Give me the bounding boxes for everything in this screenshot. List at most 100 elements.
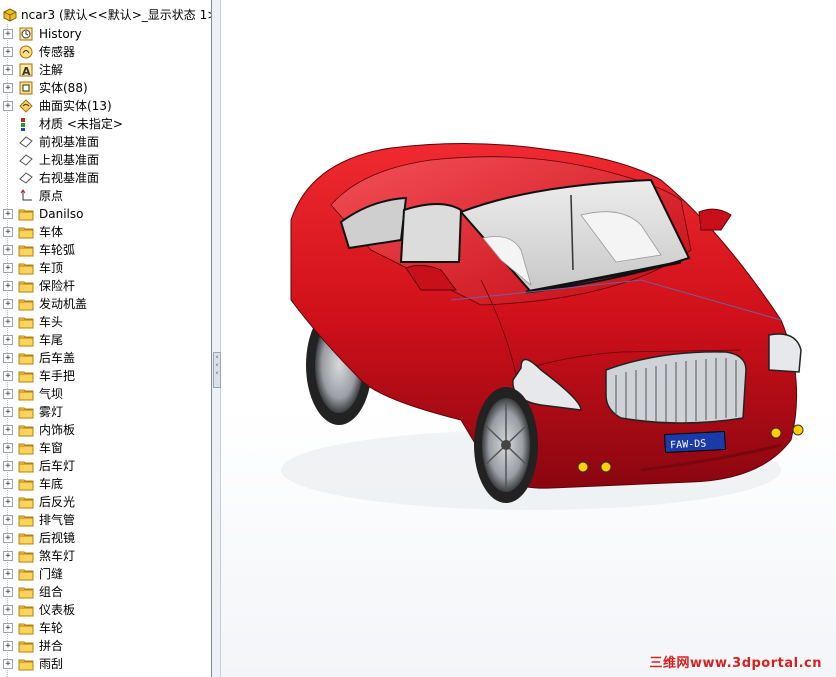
tree-item[interactable]: + 后视镜 [0,529,211,547]
expand-toggle-icon[interactable]: + [3,353,13,363]
tree-item[interactable]: + 车尾 [0,331,211,349]
tree-item[interactable]: + 车轮 [0,619,211,637]
tree-item[interactable]: + 排气管 [0,511,211,529]
expand-toggle-icon[interactable]: + [3,533,13,543]
history-icon [18,26,34,42]
expand-toggle-icon[interactable]: + [3,605,13,615]
tree-item[interactable]: + A 注解 [0,61,211,79]
expand-toggle-icon[interactable]: + [3,65,13,75]
expand-toggle-icon[interactable]: + [3,425,13,435]
tree-item[interactable]: + 后反光 [0,493,211,511]
tree-item[interactable]: + 内饰板 [0,421,211,439]
expand-toggle-icon[interactable]: + [3,389,13,399]
svg-text:A: A [22,65,31,78]
folder-icon [18,350,34,366]
expand-toggle-icon[interactable]: + [3,461,13,471]
tree-item[interactable]: + 车顶 [0,259,211,277]
folder-icon [18,260,34,276]
tree-item[interactable]: 原点 [0,187,211,205]
tree-item[interactable]: + 后车灯 [0,457,211,475]
expand-toggle-icon[interactable]: + [3,623,13,633]
plane-icon [18,134,34,150]
tree-item-label: 气坝 [39,387,64,401]
sensor-icon [18,44,34,60]
expand-toggle-icon[interactable]: + [3,407,13,417]
expand-toggle-icon[interactable]: + [3,551,13,561]
tree-item[interactable]: + 保险杆 [0,277,211,295]
expand-toggle-icon[interactable]: + [3,209,13,219]
feature-manager-tree: ncar3 (默认<<默认>_显示状态 1> + History + 传感器 + A 注解 +… [0,0,212,677]
surface-bodies-icon [18,98,34,114]
expand-toggle-icon[interactable]: + [3,245,13,255]
tree-item[interactable]: + 发动机盖 [0,295,211,313]
origin-icon [18,188,34,204]
tree-item-label: 右视基准面 [39,171,100,185]
tree-item[interactable]: + 传感器 [0,43,211,61]
tree-item[interactable]: 前视基准面 [0,133,211,151]
tree-item[interactable]: + 雨刮 [0,655,211,673]
folder-icon [18,422,34,438]
tree-item-label: 保险杆 [39,279,76,293]
tree-item[interactable]: + 车手把 [0,367,211,385]
tree-item[interactable]: + 门缝 [0,565,211,583]
folder-icon [18,386,34,402]
tree-item[interactable]: + History [0,25,211,43]
tree-item[interactable]: + 曲面实体(13) [0,97,211,115]
tree-item-label: 后反光 [39,495,76,509]
expand-toggle-icon[interactable]: + [3,83,13,93]
expand-toggle-icon[interactable]: + [3,587,13,597]
expand-toggle-icon[interactable]: + [3,317,13,327]
tree-item-label: 车窗 [39,441,64,455]
tree-item[interactable]: + 车窗 [0,439,211,457]
tree-item[interactable]: + 后车盖 [0,349,211,367]
tree-item[interactable]: + Danilso [0,205,211,223]
tree-item[interactable]: + 车头 [0,313,211,331]
expand-toggle-icon[interactable]: + [3,515,13,525]
tree-item[interactable]: + 雾灯 [0,403,211,421]
tree-item[interactable]: + 拼合 [0,637,211,655]
folder-icon [18,548,34,564]
expand-toggle-icon[interactable]: + [3,569,13,579]
expand-toggle-icon[interactable]: + [3,227,13,237]
tree-item[interactable]: + 煞车灯 [0,547,211,565]
folder-icon [18,224,34,240]
tree-item-label: 车手把 [39,369,76,383]
expand-toggle-icon[interactable]: + [3,281,13,291]
expand-toggle-icon[interactable]: + [3,335,13,345]
tree-item[interactable]: 右视基准面 [0,169,211,187]
folder-icon [18,206,34,222]
tree-item[interactable]: + 车体 [0,223,211,241]
tree-item-label: 上视基准面 [39,153,100,167]
folder-icon [18,638,34,654]
tree-item-label: 原点 [39,189,64,203]
panel-splitter[interactable] [212,0,221,677]
tree-item[interactable]: + 组合 [0,583,211,601]
tree-item[interactable]: + 气坝 [0,385,211,403]
tree-item-label: 后车盖 [39,351,76,365]
tree-item[interactable]: + 车底 [0,475,211,493]
expand-toggle-icon[interactable]: + [3,371,13,381]
expand-toggle-icon[interactable]: + [3,263,13,273]
tree-item[interactable]: + 仪表板 [0,601,211,619]
expand-toggle-icon[interactable]: + [3,479,13,489]
tree-item[interactable]: + 实体(88) [0,79,211,97]
expand-toggle-icon[interactable]: + [3,299,13,309]
expand-toggle-icon[interactable]: + [3,497,13,507]
graphics-viewport[interactable]: FAW-DS 三维网www.3dportal.cn [221,0,836,677]
expand-toggle-icon[interactable]: + [3,641,13,651]
tree-item[interactable]: 材质 <未指定> [0,115,211,133]
expand-toggle-icon[interactable]: + [3,443,13,453]
collapse-panel-handle[interactable]: ‹ ‹ ‹ [213,352,221,388]
expand-toggle-icon[interactable]: + [3,47,13,57]
tree-root-part[interactable]: ncar3 (默认<<默认>_显示状态 1> [0,6,211,24]
tree-item-label: 车头 [39,315,64,329]
expand-toggle-icon[interactable]: + [3,29,13,39]
expand-toggle-icon[interactable]: + [3,659,13,669]
tree-item-label: 后视镜 [39,531,76,545]
expand-toggle-icon[interactable]: + [3,101,13,111]
tree-item[interactable]: 上视基准面 [0,151,211,169]
folder-icon [18,440,34,456]
tree-item-label: 雾灯 [39,405,64,419]
tree-item-label: 注解 [39,63,64,77]
tree-item[interactable]: + 车轮弧 [0,241,211,259]
